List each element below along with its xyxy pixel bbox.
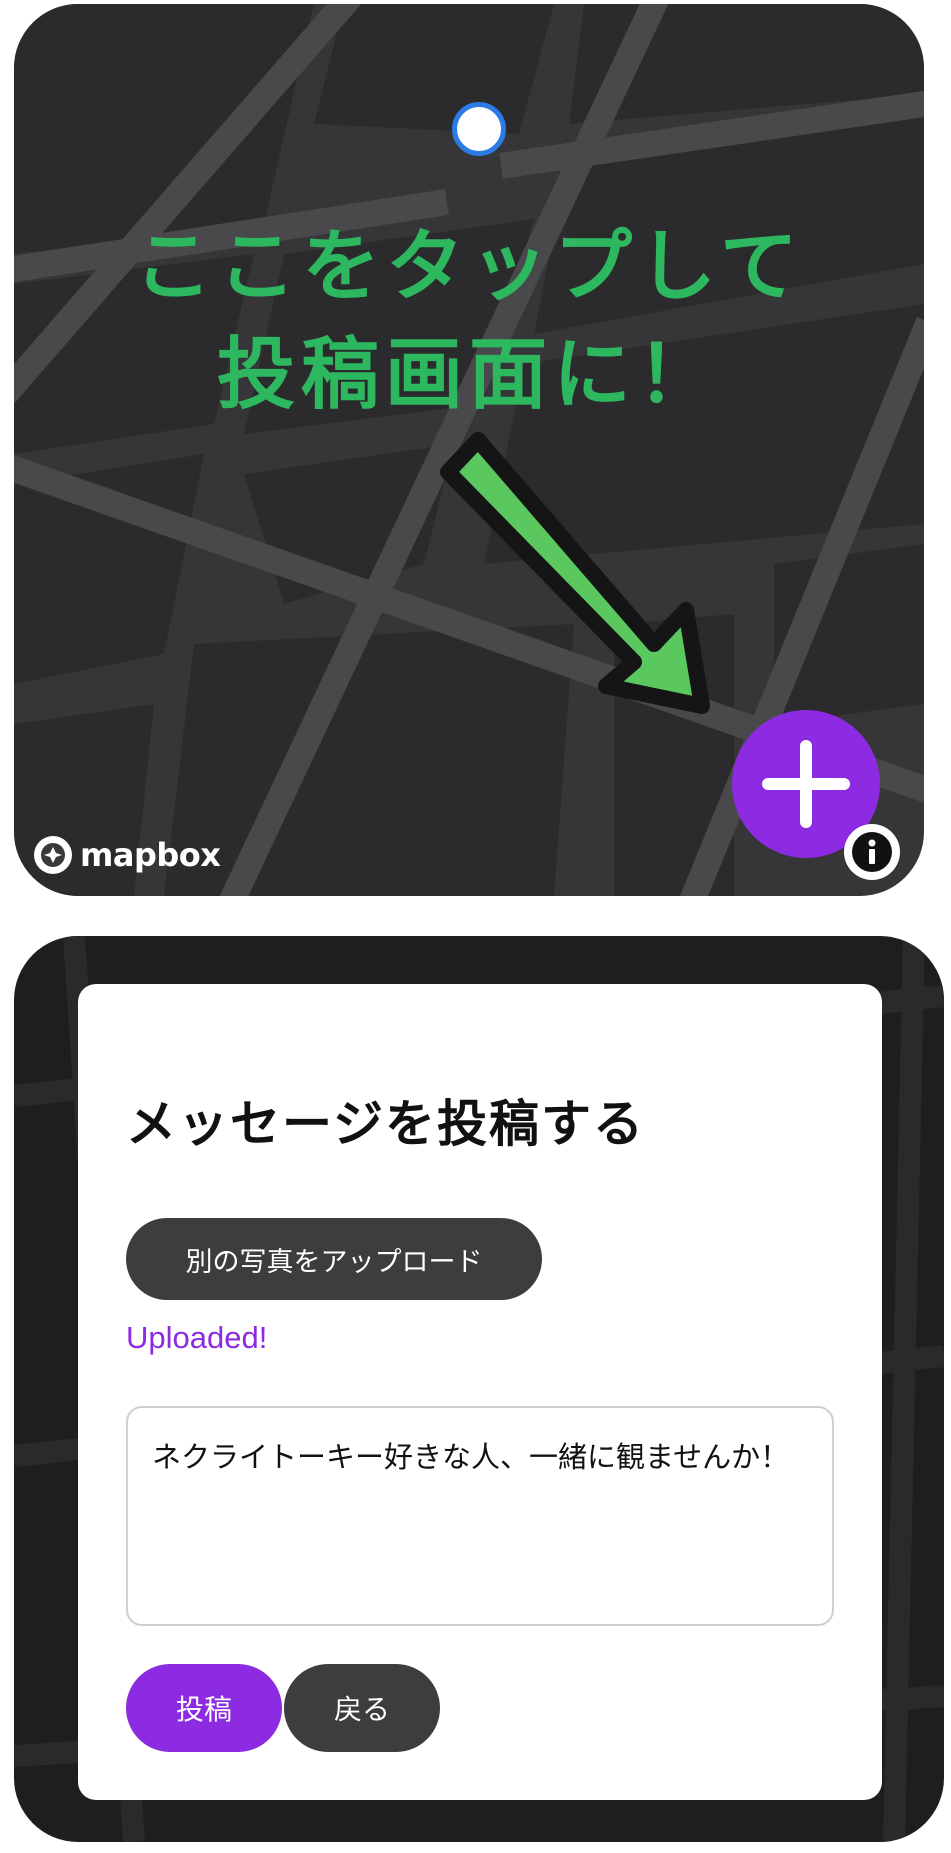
message-textarea[interactable]: ネクライトーキー好きな人、一緒に観ませんか！ — [126, 1406, 834, 1626]
post-modal-screen: メッセージを投稿する 別の写真をアップロード Uploaded! ネクライトーキ… — [14, 936, 944, 1842]
mapbox-attribution[interactable]: mapbox — [32, 834, 221, 876]
info-button[interactable] — [844, 824, 900, 880]
mapbox-logo-icon — [34, 836, 72, 874]
info-icon — [852, 832, 892, 872]
upload-status-text: Uploaded! — [126, 1320, 268, 1355]
modal-title: メッセージを投稿する — [126, 1095, 645, 1153]
map-view[interactable]: ここをタップして 投稿画面に！ mapbox — [14, 4, 924, 896]
post-button[interactable]: 投稿 — [126, 1664, 282, 1752]
back-button[interactable]: 戻る — [284, 1664, 440, 1752]
mapbox-logo-text: mapbox — [80, 836, 221, 874]
upload-photo-button[interactable]: 別の写真をアップロード — [126, 1218, 542, 1300]
post-modal: メッセージを投稿する 別の写真をアップロード Uploaded! ネクライトーキ… — [78, 984, 882, 1800]
